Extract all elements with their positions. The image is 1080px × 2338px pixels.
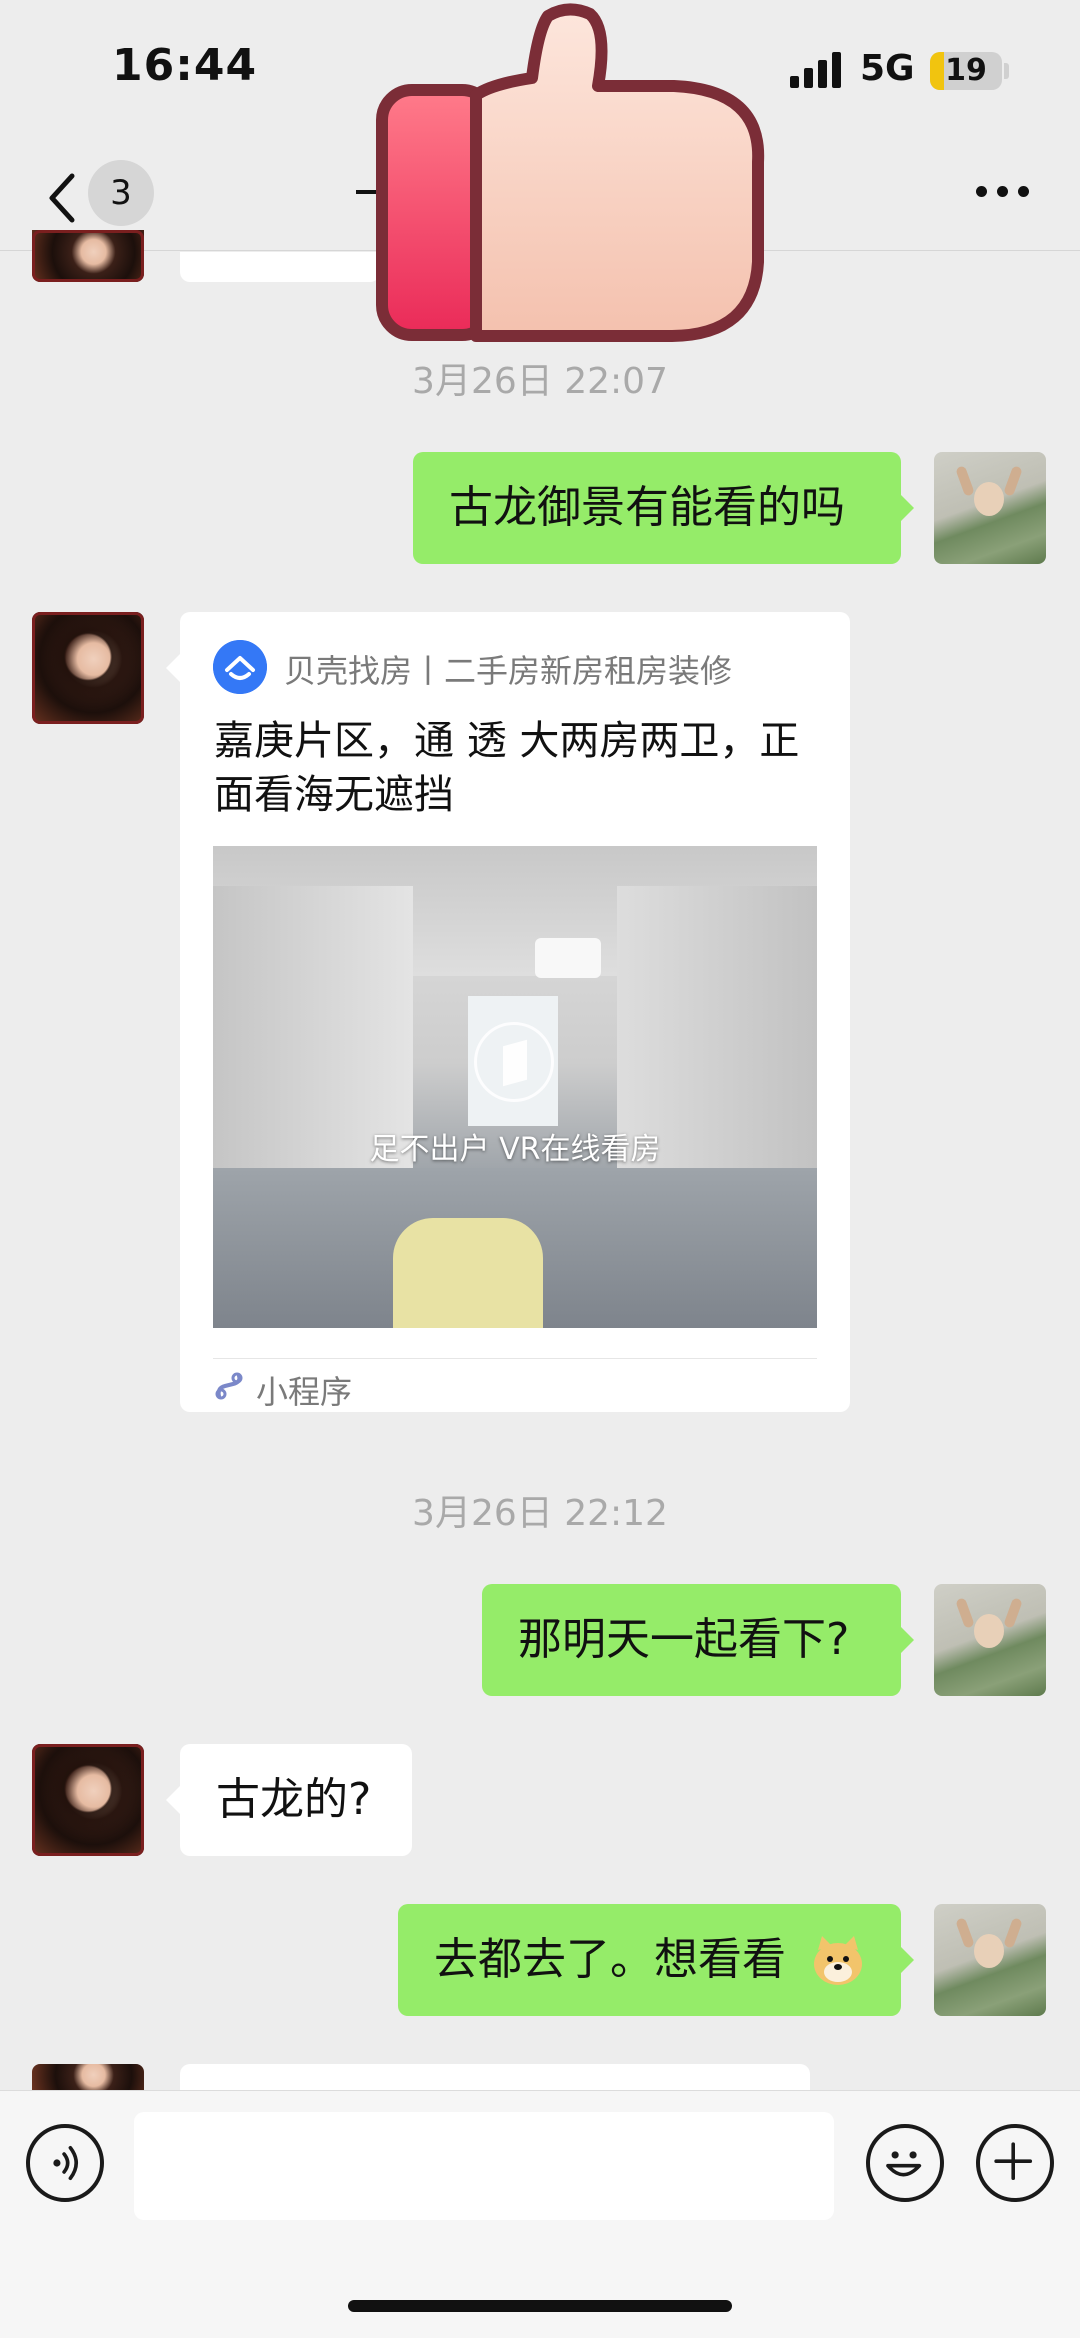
mini-program-title: 嘉庚片区，通 透 大两房两卫，正面看海无遮挡 <box>214 718 800 818</box>
network-type: 5G <box>860 48 915 89</box>
smile-icon[interactable] <box>866 2124 944 2202</box>
contact-avatar[interactable] <box>32 2064 144 2090</box>
plus-icon[interactable] <box>976 2124 1054 2202</box>
self-avatar[interactable] <box>934 452 1046 564</box>
message-bubble-other[interactable]: 古龙的? <box>180 1744 412 1856</box>
contact-avatar[interactable] <box>32 612 144 724</box>
message-timestamp: 3月26日 22:12 <box>412 1493 668 1534</box>
signal-icon <box>790 52 846 88</box>
message-bubble-self[interactable]: 古龙御景有能看的吗 <box>413 452 901 564</box>
battery-icon: 19 <box>930 52 1002 90</box>
unread-count-badge[interactable]: 3 <box>88 160 154 226</box>
mini-program-source: 贝壳找房丨二手房新房租房装修 <box>284 652 733 690</box>
self-avatar[interactable] <box>934 1904 1046 2016</box>
contact-avatar[interactable] <box>32 1744 144 1856</box>
message-bubble-partial <box>180 252 380 282</box>
beike-logo-icon <box>213 640 267 694</box>
voice-icon[interactable] <box>26 2124 104 2202</box>
battery-level: 19 <box>945 53 987 88</box>
bubble-tail <box>900 1946 914 1974</box>
message-timestamp: 3月26日 22:07 <box>412 361 668 402</box>
vr-caption: 足不出户 VR在线看房 <box>369 1132 661 1167</box>
bubble-tail <box>166 1786 180 1814</box>
bubble-tail <box>166 654 180 682</box>
chevron-left-icon[interactable] <box>44 168 84 228</box>
self-avatar[interactable] <box>934 1584 1046 1696</box>
more-icon[interactable] <box>976 186 1030 200</box>
bubble-tail <box>900 494 914 522</box>
battery-tip <box>1004 63 1009 79</box>
bubble-tail <box>900 1626 914 1654</box>
message-bubble-self[interactable]: 那明天一起看下? <box>482 1584 901 1696</box>
home-indicator[interactable] <box>348 2300 732 2312</box>
status-time: 16:44 <box>112 40 258 91</box>
mini-program-label: 小程序 <box>256 1373 353 1411</box>
message-bubble-partial <box>180 2064 810 2090</box>
vr-play-icon[interactable] <box>474 1022 554 1102</box>
message-input[interactable] <box>134 2112 834 2220</box>
card-divider <box>213 1358 817 1359</box>
mini-program-icon <box>215 1372 243 1400</box>
doge-emoji <box>814 1936 862 1985</box>
thumbs-up-sticker <box>376 3 765 342</box>
contact-avatar[interactable] <box>32 230 144 282</box>
